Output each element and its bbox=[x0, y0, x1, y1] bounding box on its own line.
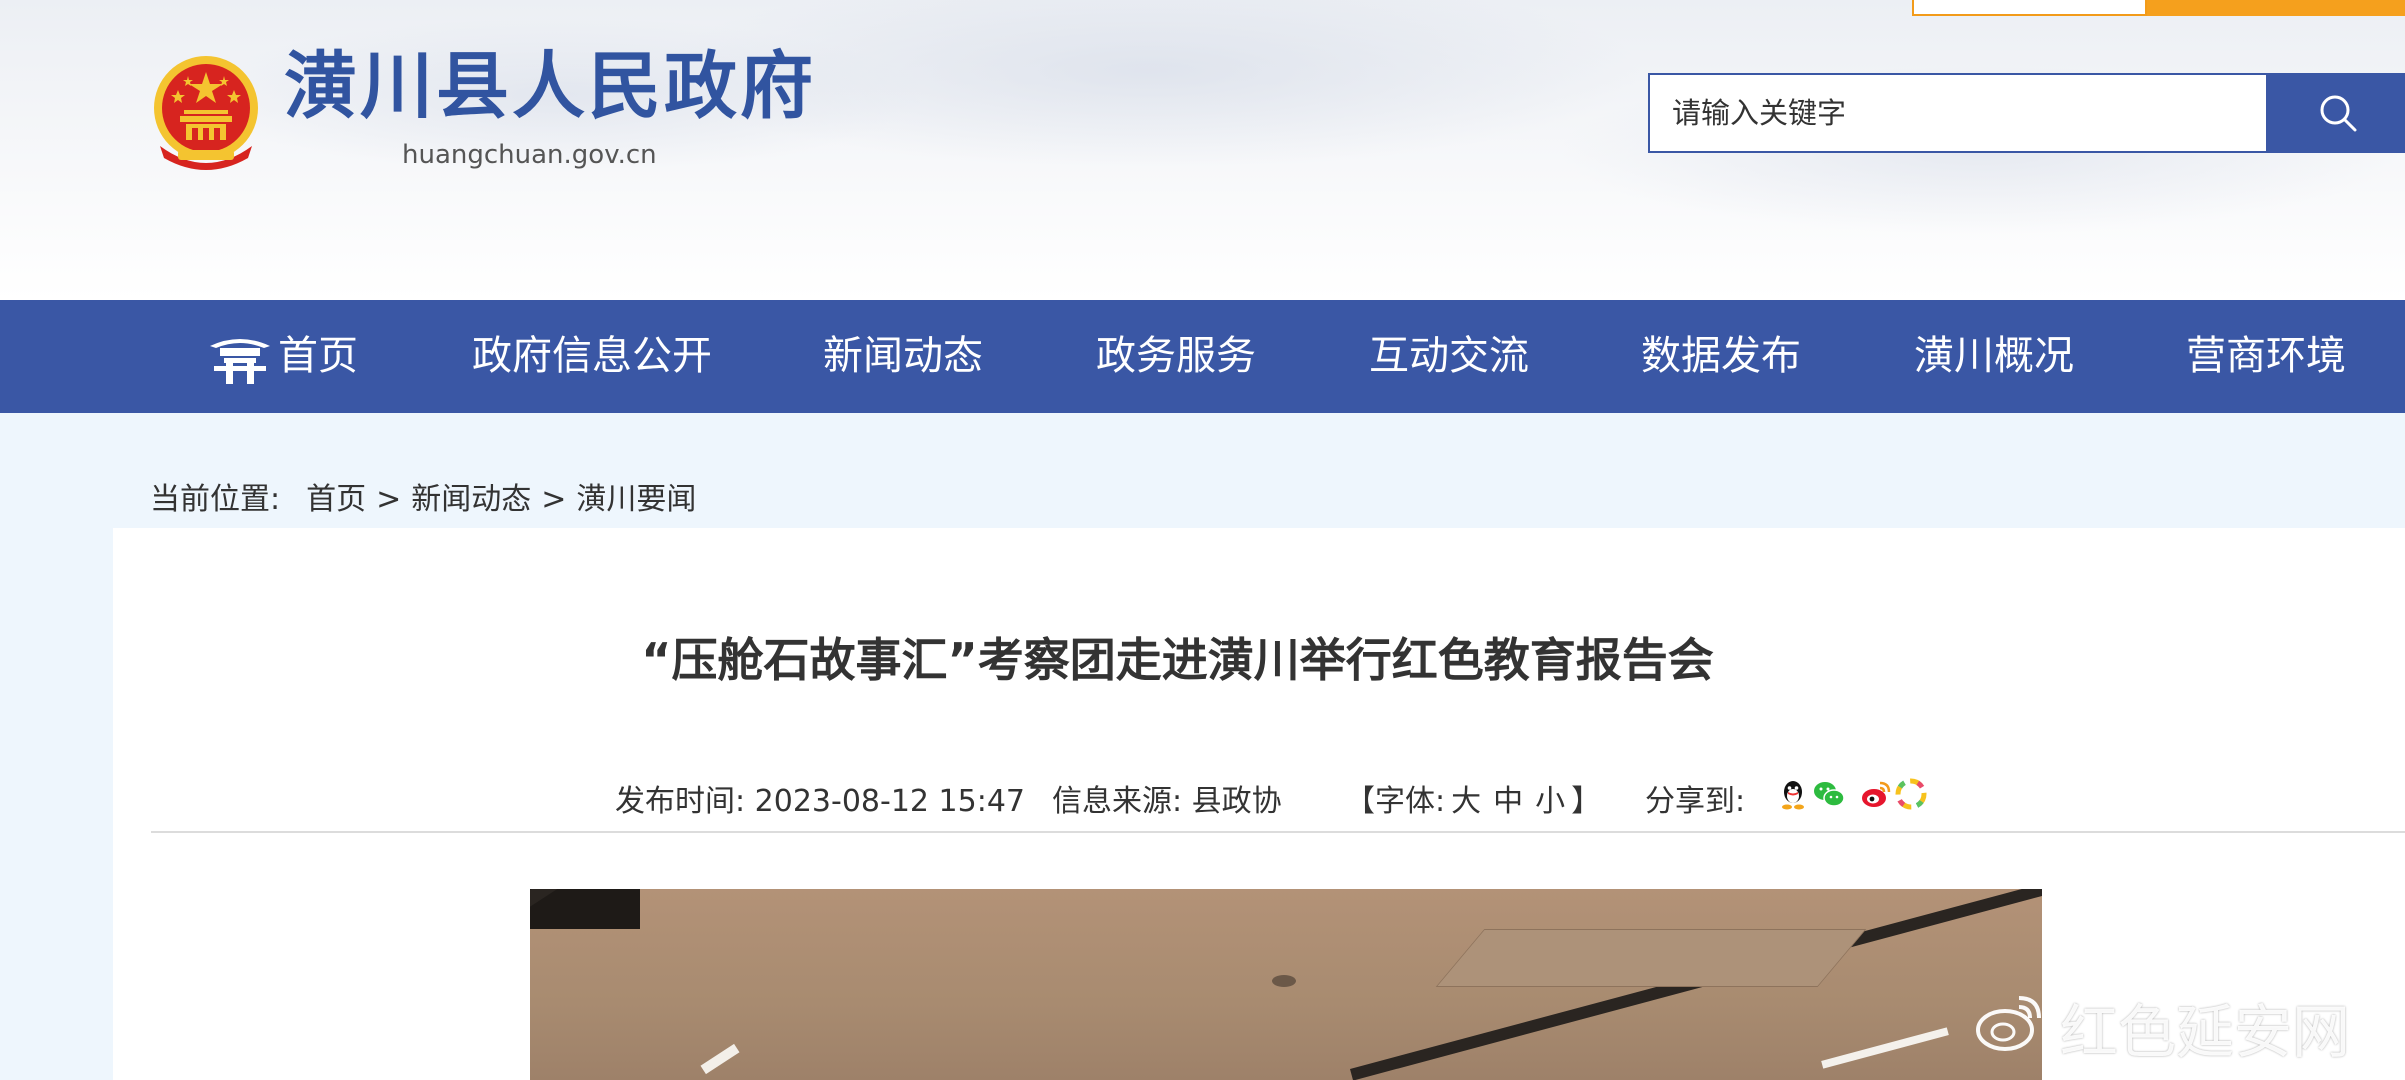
search-icon bbox=[2320, 95, 2357, 132]
nav-item-data[interactable]: 数据发布 bbox=[1641, 300, 1801, 413]
breadcrumb-home[interactable]: 首页 bbox=[306, 474, 366, 518]
info-source: 信息来源: 县政协 bbox=[1052, 776, 1282, 820]
source-value: 县政协 bbox=[1191, 784, 1282, 819]
nav-item-gov-info[interactable]: 政府信息公开 bbox=[472, 300, 712, 413]
watermark-text: 红色延安网 bbox=[2060, 998, 2351, 1066]
font-size-medium[interactable]: 中 bbox=[1493, 784, 1523, 819]
weibo-icon[interactable] bbox=[1859, 777, 1893, 811]
breadcrumb-separator: > bbox=[376, 482, 402, 517]
font-size-close: 】 bbox=[1571, 784, 1602, 819]
share-label: 分享到: bbox=[1645, 784, 1746, 819]
search-box bbox=[1648, 73, 2268, 153]
article-photo bbox=[530, 889, 2042, 1080]
national-emblem-icon[interactable] bbox=[148, 54, 264, 172]
font-size-label: 【字体: bbox=[1345, 784, 1446, 819]
publish-label: 发布时间: bbox=[615, 784, 746, 819]
breadcrumb-label: 当前位置: bbox=[150, 482, 281, 517]
font-size-large[interactable]: 大 bbox=[1451, 784, 1481, 819]
nav-item-services[interactable]: 政务服务 bbox=[1096, 300, 1256, 413]
wechat-icon[interactable] bbox=[1812, 777, 1846, 811]
qq-icon[interactable] bbox=[1776, 777, 1810, 811]
photo-light-strip bbox=[700, 1043, 740, 1075]
publish-value: 2023-08-12 15:47 bbox=[754, 784, 1025, 819]
photo-ceiling-lamp bbox=[1272, 975, 1296, 987]
main-nav: 首页 政府信息公开 新闻动态 政务服务 互动交流 数据发布 潢川概况 营商环境 bbox=[0, 300, 2405, 413]
nav-item-business[interactable]: 营商环境 bbox=[2186, 300, 2346, 413]
weibo-icon bbox=[1976, 996, 2041, 1051]
search-input[interactable] bbox=[1652, 77, 2248, 149]
nav-item-home[interactable]: 首页 bbox=[278, 300, 358, 413]
top-bar-button[interactable] bbox=[2147, 0, 2405, 16]
moments-icon[interactable] bbox=[1894, 777, 1928, 811]
site-header: 潢川县人民政府 huangchuan.gov.cn bbox=[0, 0, 2405, 300]
publish-time: 发布时间: 2023-08-12 15:47 bbox=[615, 776, 1025, 820]
nav-item-overview[interactable]: 潢川概况 bbox=[1914, 300, 2074, 413]
nav-item-interaction[interactable]: 互动交流 bbox=[1369, 300, 1529, 413]
nav-item-news[interactable]: 新闻动态 bbox=[823, 300, 983, 413]
breadcrumb: 当前位置: 首页 > 新闻动态 > 潢川要闻 bbox=[150, 474, 696, 518]
search-button[interactable] bbox=[2266, 73, 2405, 153]
source-label: 信息来源: bbox=[1052, 784, 1183, 819]
font-size-control: 【字体: 大中小】 bbox=[1345, 776, 1601, 820]
article-title: “压舱石故事汇”考察团走进潢川举行红色教育报告会 bbox=[641, 633, 1714, 687]
font-size-small[interactable]: 小 bbox=[1535, 784, 1565, 819]
site-title[interactable]: 潢川县人民政府 bbox=[284, 50, 816, 123]
home-gate-icon bbox=[210, 339, 270, 384]
meta-divider bbox=[151, 831, 2405, 833]
top-bar-link[interactable] bbox=[1912, 0, 2147, 16]
breadcrumb-current[interactable]: 潢川要闻 bbox=[576, 474, 696, 518]
breadcrumb-separator: > bbox=[541, 482, 567, 517]
photo-light-strip bbox=[1821, 1027, 1949, 1069]
site-domain: huangchuan.gov.cn bbox=[402, 140, 657, 170]
photo-ceiling-vent bbox=[1435, 929, 1867, 987]
breadcrumb-news[interactable]: 新闻动态 bbox=[411, 474, 531, 518]
